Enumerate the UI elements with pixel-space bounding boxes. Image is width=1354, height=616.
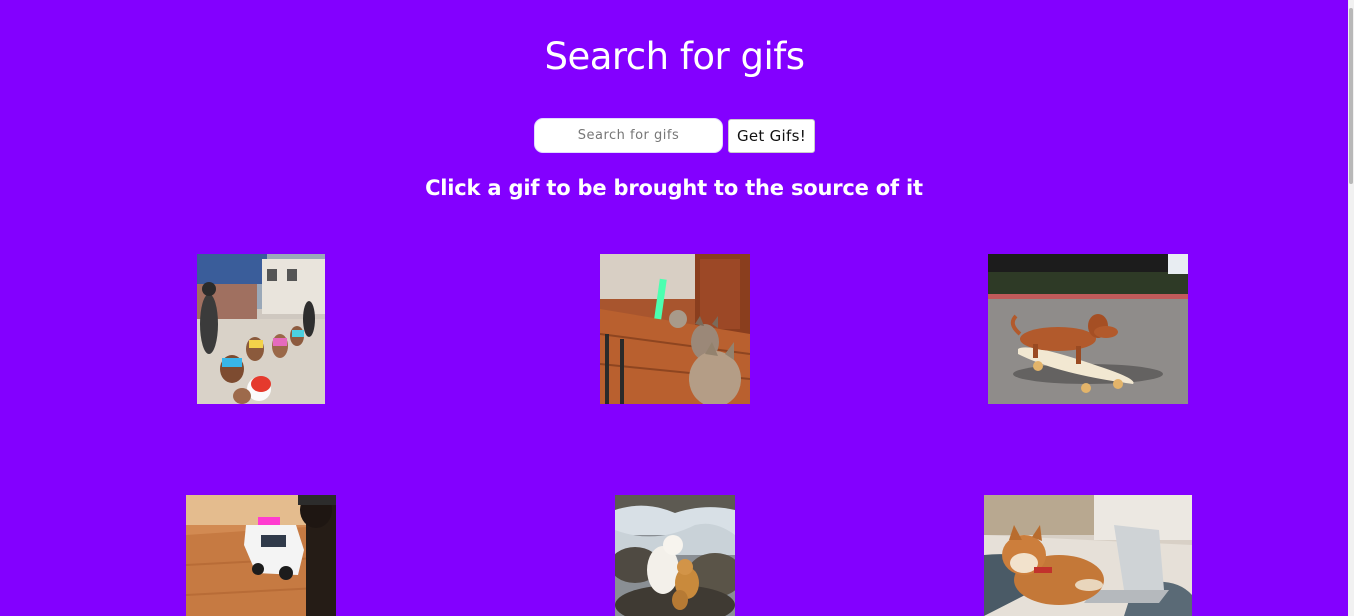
page: Search for gifs Get Gifs! Click a gif to… [0,0,1354,616]
search-input[interactable] [534,118,723,153]
search-form: Get Gifs! [534,118,815,153]
instructions-text: Click a gif to be brought to the source … [425,176,923,200]
gif-result-5[interactable] [615,495,735,616]
page-scrollbar[interactable] [1348,0,1354,616]
get-gifs-button[interactable]: Get Gifs! [728,118,815,153]
gif-result-4[interactable] [186,495,336,616]
gif-image-lightsaber-dog [600,254,750,404]
gif-image-dogs-costumes [197,254,325,404]
gif-image-shiba-laptop [984,495,1192,616]
gif-image-skateboard-dachshund [988,254,1188,404]
gif-result-6[interactable] [984,495,1192,616]
gif-image-dogs-waterfall [615,495,735,616]
gif-result-3[interactable] [988,254,1188,404]
gif-image-police-car-dog [186,495,336,616]
gif-result-2[interactable] [600,254,750,404]
scrollbar-thumb[interactable] [1349,8,1353,184]
page-title: Search for gifs [544,35,805,78]
gif-result-1[interactable] [197,254,325,404]
